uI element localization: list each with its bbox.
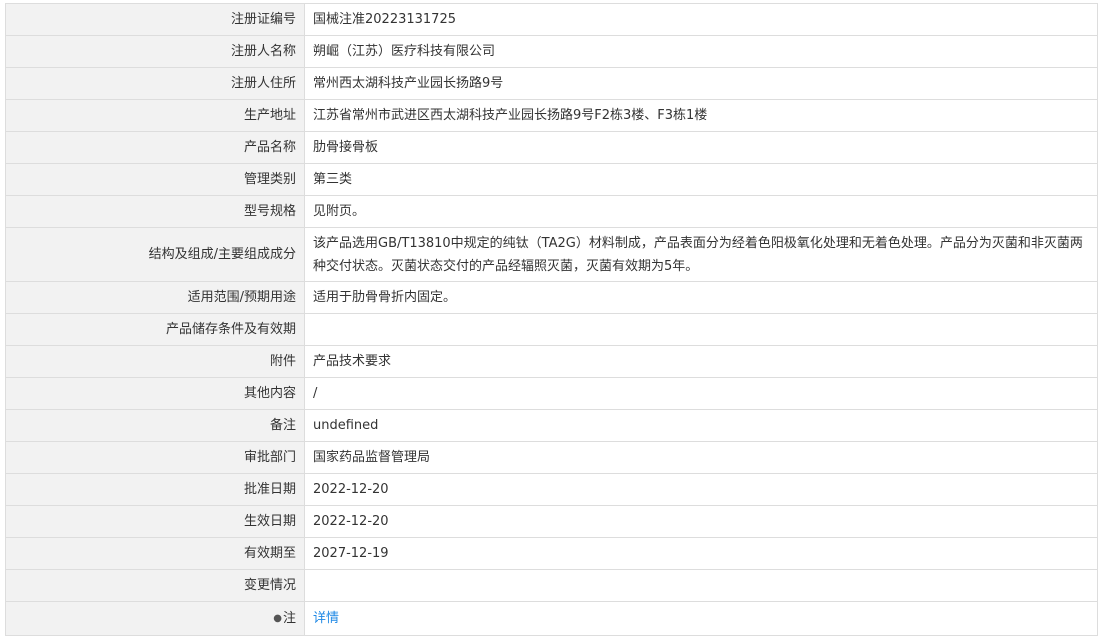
row-production-address: 生产地址 江苏省常州市武进区西太湖科技产业园长扬路9号F2栋3楼、F3栋1楼 — [5, 99, 1098, 132]
row-product-name: 产品名称 肋骨接骨板 — [5, 131, 1098, 164]
row-note: ●注 详情 — [5, 601, 1098, 636]
details-link[interactable]: 详情 — [313, 611, 339, 626]
value-attachment: 产品技术要求 — [304, 345, 1098, 378]
row-management-class: 管理类别 第三类 — [5, 163, 1098, 196]
value-registrant-address: 常州西太湖科技产业园长扬路9号 — [304, 67, 1098, 100]
value-approval-date: 2022-12-20 — [304, 473, 1098, 506]
label-attachment: 附件 — [5, 345, 305, 378]
label-model-spec: 型号规格 — [5, 195, 305, 228]
value-remarks: undefined — [304, 409, 1098, 442]
lightbulb-icon: ● — [273, 613, 282, 624]
value-storage-validity — [304, 313, 1098, 346]
value-production-address: 江苏省常州市武进区西太湖科技产业园长扬路9号F2栋3楼、F3栋1楼 — [304, 99, 1098, 132]
value-structure-composition: 该产品选用GB/T13810中规定的纯钛（TA2G）材料制成，产品表面分为经着色… — [304, 227, 1098, 282]
row-registrant-name: 注册人名称 朔崛（江苏）医疗科技有限公司 — [5, 35, 1098, 68]
row-model-spec: 型号规格 见附页。 — [5, 195, 1098, 228]
label-expiry-date: 有效期至 — [5, 537, 305, 570]
row-structure-composition: 结构及组成/主要组成成分 该产品选用GB/T13810中规定的纯钛（TA2G）材… — [5, 227, 1098, 282]
row-attachment: 附件 产品技术要求 — [5, 345, 1098, 378]
label-remarks: 备注 — [5, 409, 305, 442]
registration-detail: 注册证编号 国械注准20223131725 注册人名称 朔崛（江苏）医疗科技有限… — [5, 3, 1098, 636]
row-effective-date: 生效日期 2022-12-20 — [5, 505, 1098, 538]
value-registrant-name: 朔崛（江苏）医疗科技有限公司 — [304, 35, 1098, 68]
row-remarks: 备注 undefined — [5, 409, 1098, 442]
label-production-address: 生产地址 — [5, 99, 305, 132]
row-storage-validity: 产品储存条件及有效期 — [5, 313, 1098, 346]
registration-table: 注册证编号 国械注准20223131725 注册人名称 朔崛（江苏）医疗科技有限… — [5, 3, 1098, 636]
label-structure-composition: 结构及组成/主要组成成分 — [5, 227, 305, 282]
label-other-content: 其他内容 — [5, 377, 305, 410]
value-model-spec: 见附页。 — [304, 195, 1098, 228]
row-expiry-date: 有效期至 2027-12-19 — [5, 537, 1098, 570]
row-other-content: 其他内容 / — [5, 377, 1098, 410]
label-intended-use: 适用范围/预期用途 — [5, 281, 305, 314]
value-note: 详情 — [304, 601, 1098, 636]
row-registrant-address: 注册人住所 常州西太湖科技产业园长扬路9号 — [5, 67, 1098, 100]
label-management-class: 管理类别 — [5, 163, 305, 196]
row-approval-date: 批准日期 2022-12-20 — [5, 473, 1098, 506]
label-registrant-name: 注册人名称 — [5, 35, 305, 68]
label-change-status: 变更情况 — [5, 569, 305, 602]
value-product-name: 肋骨接骨板 — [304, 131, 1098, 164]
value-other-content: / — [304, 377, 1098, 410]
label-product-name: 产品名称 — [5, 131, 305, 164]
value-management-class: 第三类 — [304, 163, 1098, 196]
value-expiry-date: 2027-12-19 — [304, 537, 1098, 570]
label-effective-date: 生效日期 — [5, 505, 305, 538]
note-label: 注 — [282, 611, 296, 626]
label-approval-date: 批准日期 — [5, 473, 305, 506]
value-registration-number: 国械注准20223131725 — [304, 3, 1098, 36]
label-approval-dept: 审批部门 — [5, 441, 305, 474]
row-intended-use: 适用范围/预期用途 适用于肋骨骨折内固定。 — [5, 281, 1098, 314]
label-storage-validity: 产品储存条件及有效期 — [5, 313, 305, 346]
value-change-status — [304, 569, 1098, 602]
label-registration-number: 注册证编号 — [5, 3, 305, 36]
label-registrant-address: 注册人住所 — [5, 67, 305, 100]
value-intended-use: 适用于肋骨骨折内固定。 — [304, 281, 1098, 314]
value-effective-date: 2022-12-20 — [304, 505, 1098, 538]
value-approval-dept: 国家药品监督管理局 — [304, 441, 1098, 474]
label-note: ●注 — [5, 601, 305, 636]
row-change-status: 变更情况 — [5, 569, 1098, 602]
row-registration-number: 注册证编号 国械注准20223131725 — [5, 3, 1098, 36]
row-approval-dept: 审批部门 国家药品监督管理局 — [5, 441, 1098, 474]
